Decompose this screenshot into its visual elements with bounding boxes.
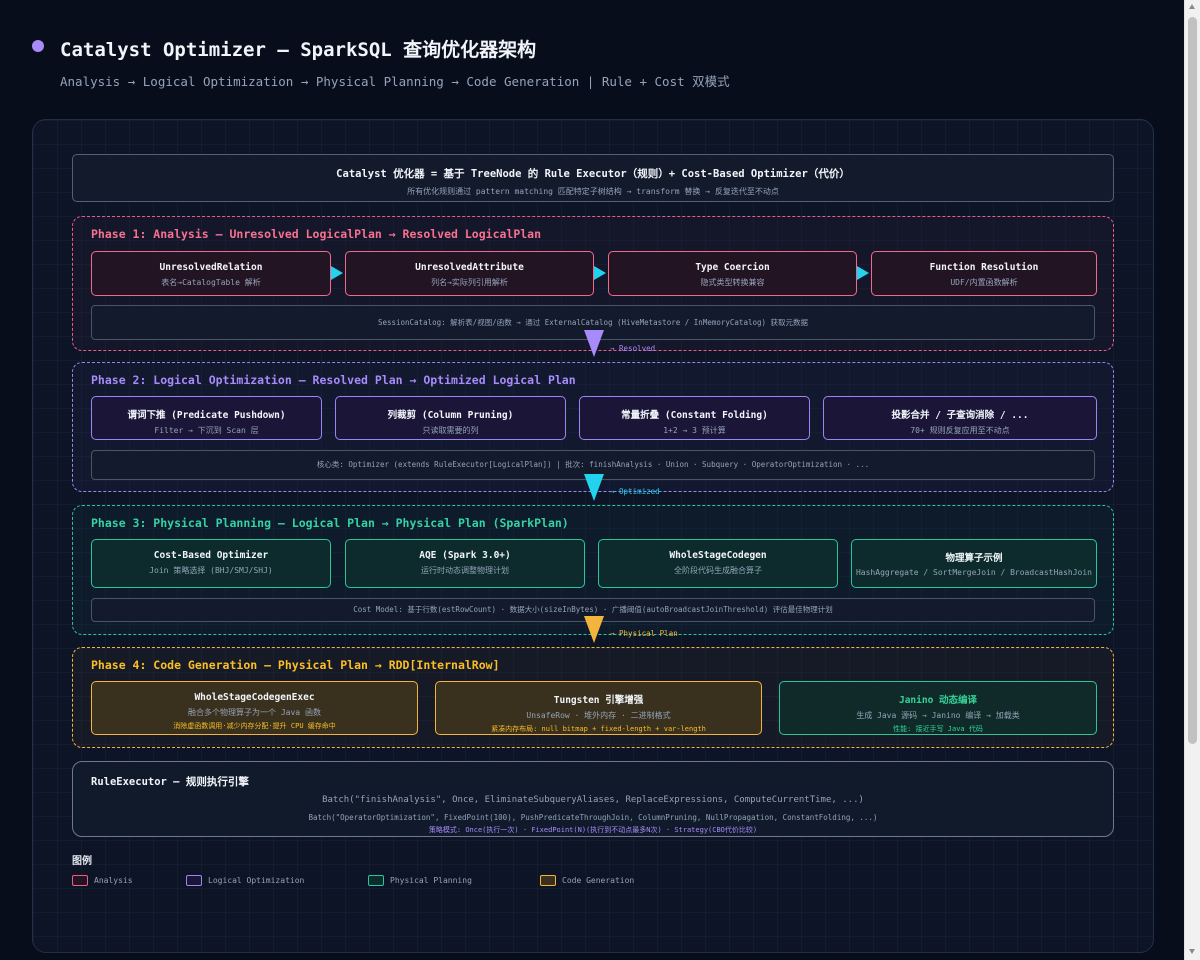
legend-title: 图例 — [72, 856, 92, 867]
connector-label: → Physical Plan — [610, 629, 678, 638]
node-desc: 融合多个物理算子为一个 Java 函数 — [188, 708, 321, 717]
arrow-right-icon — [857, 266, 869, 280]
node-tungsten: Tungsten 引擎增强 UnsafeRow · 堆外内存 · 二进制格式 紧… — [435, 681, 762, 735]
node-title: WholeStageCodegenExec — [194, 692, 315, 703]
arrow-down-icon — [584, 474, 604, 501]
node-desc: 只读取需要的列 — [422, 426, 479, 435]
node-unresolved-relation: UnresolvedRelation 表名→CatalogTable 解析 — [91, 251, 331, 296]
scroll-up-arrow-icon[interactable] — [1189, 4, 1195, 9]
node-title: Cost-Based Optimizer — [153, 550, 269, 561]
phase-title: Phase 2: Logical Optimization — Resolved… — [91, 373, 576, 387]
phase-title: Phase 3: Physical Planning — Logical Pla… — [91, 516, 569, 530]
node-wholestage-codegen-exec: WholeStageCodegenExec 融合多个物理算子为一个 Java 函… — [91, 681, 418, 735]
node-desc: 1+2 → 3 预计算 — [663, 426, 726, 435]
node-column-pruning: 列裁剪 (Column Pruning) 只读取需要的列 — [335, 396, 566, 440]
node-title: UnresolvedAttribute — [415, 262, 524, 273]
node-desc: 生成 Java 源码 → Janino 编译 → 加载类 — [856, 711, 1020, 720]
node-desc: 70+ 规则反复应用至不动点 — [910, 426, 1010, 435]
node-desc: Join 策略选择 (BHJ/SMJ/SHJ) — [149, 566, 273, 575]
node-title: 常量折叠 (Constant Folding) — [621, 410, 768, 421]
node-title: 物理算子示例 — [945, 553, 1003, 564]
node-title: WholeStageCodegen — [669, 550, 767, 561]
node-desc: 隐式类型转换兼容 — [700, 278, 765, 287]
node-projection-merge: 投影合并 / 子查询消除 / ... 70+ 规则反复应用至不动点 — [823, 396, 1097, 440]
node-desc: HashAggregate / SortMergeJoin / Broadcas… — [855, 568, 1092, 577]
node-note: 消除虚函数调用·减少内存分配·提升 CPU 缓存命中 — [173, 722, 336, 730]
page-subtitle: Analysis → Logical Optimization → Physic… — [60, 74, 730, 89]
legend-label: Physical Planning — [390, 876, 472, 885]
node-janino: Janino 动态编译 生成 Java 源码 → Janino 编译 → 加载类… — [779, 681, 1097, 735]
node-cost-based-optimizer: Cost-Based Optimizer Join 策略选择 (BHJ/SMJ/… — [91, 539, 331, 588]
rule-executor-title: RuleExecutor — 规则执行引擎 — [91, 776, 249, 788]
node-function-resolution: Function Resolution UDF/内置函数解析 — [871, 251, 1097, 296]
legend-item-logical: Logical Optimization — [186, 870, 305, 886]
node-desc: 全阶段代码生成融合算子 — [674, 566, 762, 575]
legend-item-codegen: Code Generation — [540, 870, 635, 886]
rule-batch-finish-analysis: Batch("finishAnalysis", Once, EliminateS… — [322, 795, 864, 805]
rule-strategy-modes: 策略模式: Once(执行一次) · FixedPoint(N)(执行到不动点最… — [428, 826, 758, 834]
node-title: Janino 动态编译 — [898, 695, 978, 706]
phase-code-generation: Phase 4: Code Generation — Physical Plan… — [72, 647, 1114, 748]
scrollbar-thumb[interactable] — [1188, 17, 1197, 744]
node-physical-operators: 物理算子示例 HashAggregate / SortMergeJoin / B… — [851, 539, 1097, 588]
legend-item-analysis: Analysis — [72, 870, 133, 886]
node-title: AQE (Spark 3.0+) — [419, 550, 511, 561]
node-desc: 运行时动态调整物理计划 — [421, 566, 509, 575]
page-title: Catalyst Optimizer — SparkSQL 查询优化器架构 — [60, 39, 537, 61]
legend-label: Logical Optimization — [208, 876, 305, 885]
legend-swatch — [186, 875, 202, 886]
node-unresolved-attribute: UnresolvedAttribute 列名→实际列引用解析 — [345, 251, 594, 296]
node-desc: 表名→CatalogTable 解析 — [161, 278, 261, 287]
node-title: 谓词下推 (Predicate Pushdown) — [127, 410, 286, 421]
node-wholestage-codegen: WholeStageCodegen 全阶段代码生成融合算子 — [598, 539, 838, 588]
node-type-coercion: Type Coercion 隐式类型转换兼容 — [608, 251, 857, 296]
legend-swatch — [72, 875, 88, 886]
banner-title: Catalyst 优化器 = 基于 TreeNode 的 Rule Execut… — [336, 168, 850, 180]
banner-subtitle: 所有优化规则通过 pattern matching 匹配特定子树结构 → tra… — [407, 187, 779, 196]
arrow-right-icon — [594, 266, 606, 280]
connector-label: → Optimized — [610, 487, 660, 496]
legend-label: Code Generation — [562, 876, 635, 885]
node-desc: Filter → 下沉到 Scan 层 — [154, 426, 259, 435]
arrow-down-icon — [584, 330, 604, 357]
node-note: 紧凑内存布局: null bitmap + fixed-length + var… — [491, 725, 706, 733]
legend-label: Analysis — [94, 876, 133, 885]
phase-logical-optimization: Phase 2: Logical Optimization — Resolved… — [72, 362, 1114, 492]
node-predicate-pushdown: 谓词下推 (Predicate Pushdown) Filter → 下沉到 S… — [91, 396, 322, 440]
node-constant-folding: 常量折叠 (Constant Folding) 1+2 → 3 预计算 — [579, 396, 810, 440]
vertical-scrollbar[interactable] — [1184, 0, 1200, 960]
node-title: Type Coercion — [695, 262, 770, 273]
connector-label: → Resolved — [610, 344, 656, 353]
legend-swatch — [540, 875, 556, 886]
node-note: 性能: 接近手写 Java 代码 — [893, 725, 983, 733]
catalyst-summary-banner: Catalyst 优化器 = 基于 TreeNode 的 Rule Execut… — [72, 154, 1114, 202]
node-title: Tungsten 引擎增强 — [553, 695, 644, 706]
legend-swatch — [368, 875, 384, 886]
node-aqe: AQE (Spark 3.0+) 运行时动态调整物理计划 — [345, 539, 585, 588]
node-title: UnresolvedRelation — [159, 262, 263, 273]
arrow-down-icon — [584, 616, 604, 643]
rule-batch-operator-optimization: Batch("OperatorOptimization", FixedPoint… — [308, 813, 878, 822]
node-title: 投影合并 / 子查询消除 / ... — [891, 410, 1029, 421]
phase-title: Phase 4: Code Generation — Physical Plan… — [91, 658, 500, 672]
node-desc: 列名→实际列引用解析 — [431, 278, 508, 287]
header-bullet-icon — [32, 40, 44, 52]
legend-item-physical: Physical Planning — [368, 870, 472, 886]
phase-title: Phase 1: Analysis — Unresolved LogicalPl… — [91, 227, 542, 241]
node-title: 列裁剪 (Column Pruning) — [387, 410, 514, 421]
rule-executor-panel: RuleExecutor — 规则执行引擎 Batch("finishAnaly… — [72, 761, 1114, 837]
node-title: Function Resolution — [929, 262, 1039, 273]
diagram-canvas: Catalyst 优化器 = 基于 TreeNode 的 Rule Execut… — [32, 119, 1154, 953]
node-desc: UnsafeRow · 堆外内存 · 二进制格式 — [526, 711, 671, 720]
scroll-down-arrow-icon[interactable] — [1189, 949, 1195, 954]
arrow-right-icon — [331, 266, 343, 280]
node-desc: UDF/内置函数解析 — [950, 278, 1018, 287]
